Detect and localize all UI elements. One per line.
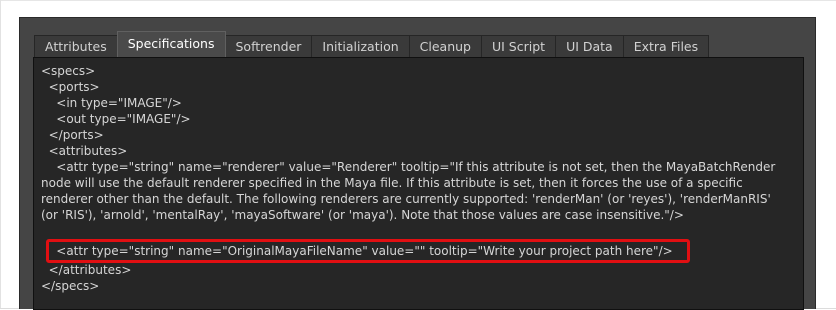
tab-specifications[interactable]: Specifications bbox=[116, 31, 226, 57]
code-line: </ports> bbox=[41, 128, 104, 142]
tab-attributes[interactable]: Attributes bbox=[34, 35, 118, 57]
specifications-text-editor[interactable]: <specs> <ports> <in type="IMAGE"/> <out … bbox=[33, 57, 804, 310]
highlighted-code-line: <attr type="string" name="OriginalMayaFi… bbox=[41, 244, 673, 258]
code-line: <attr type="string" name="renderer" valu… bbox=[41, 160, 776, 174]
code-line: </attributes> bbox=[41, 263, 132, 277]
tab-cleanup[interactable]: Cleanup bbox=[408, 35, 482, 57]
code-line: renderer other than the default. The fol… bbox=[41, 192, 771, 206]
tab-ui-data[interactable]: UI Data bbox=[555, 35, 624, 57]
tab-ui-script[interactable]: UI Script bbox=[480, 35, 557, 57]
highlight-box: <attr type="string" name="OriginalMayaFi… bbox=[46, 239, 690, 263]
code-line: <specs> bbox=[41, 64, 96, 78]
node-editor-panel: Attributes Specifications Softrender Ini… bbox=[19, 17, 816, 310]
tab-softrender[interactable]: Softrender bbox=[224, 35, 313, 57]
code-line: <attributes> bbox=[41, 144, 128, 158]
code-line: </specs> bbox=[41, 279, 100, 293]
code-line: (or 'RIS'), 'arnold', 'mentalRay', 'maya… bbox=[41, 208, 684, 222]
frame-top-line bbox=[0, 0, 836, 1]
code-line: <ports> bbox=[41, 80, 100, 94]
code-line: <out type="IMAGE"/> bbox=[41, 112, 191, 126]
frame-left-line bbox=[0, 0, 1, 309]
tab-initialization[interactable]: Initialization bbox=[311, 35, 410, 57]
code-line: <in type="IMAGE"/> bbox=[41, 96, 182, 110]
code-line: node will use the default renderer speci… bbox=[41, 176, 743, 190]
tab-bar: Attributes Specifications Softrender Ini… bbox=[34, 31, 710, 57]
tab-extra-files[interactable]: Extra Files bbox=[622, 35, 710, 57]
